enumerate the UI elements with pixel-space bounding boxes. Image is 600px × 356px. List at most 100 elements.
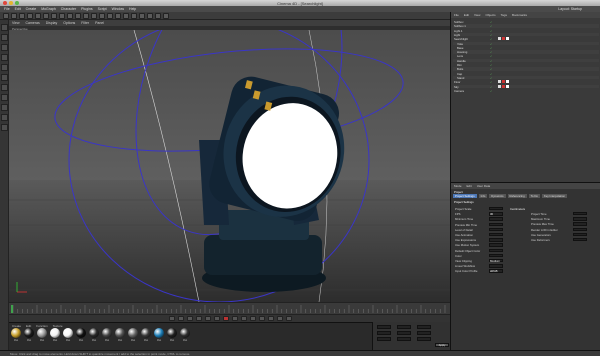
object-row[interactable]: Yoke ✓ [453, 41, 599, 46]
render-view-icon[interactable] [83, 13, 89, 19]
model-mode-icon[interactable] [1, 34, 8, 41]
rotate-icon[interactable] [43, 13, 49, 19]
attribute-value-field[interactable] [573, 212, 587, 216]
pla-key-icon[interactable] [286, 316, 292, 321]
attribute-value-field[interactable] [489, 248, 503, 252]
viewport-menu-view[interactable]: View [12, 21, 20, 25]
layout-selector[interactable]: Layout: Startup [558, 7, 582, 11]
attribute-value-field[interactable] [489, 243, 503, 247]
am-menu-edit[interactable]: Edit [467, 184, 472, 188]
apply-button[interactable]: Apply [435, 343, 449, 347]
attribute-value-field[interactable] [489, 233, 503, 237]
om-menu-bookmarks[interactable]: Bookmarks [512, 13, 527, 17]
move-icon[interactable] [27, 13, 33, 19]
object-row[interactable]: Sky ✓ [453, 84, 599, 89]
rotation-key-icon[interactable] [268, 316, 274, 321]
viewport-menu-display[interactable]: Display [46, 21, 57, 25]
object-row[interactable]: Housing ✓ [453, 50, 599, 54]
tab-key-interpolation[interactable]: Key Interpolation [541, 194, 567, 198]
viewport-menu-panel[interactable]: Panel [95, 21, 104, 25]
am-menu-user-data[interactable]: User Data [477, 184, 491, 188]
timeline-ruler[interactable] [9, 302, 450, 314]
go-start-icon[interactable] [169, 316, 175, 321]
menu-create[interactable]: Create [26, 7, 37, 11]
world-coord-icon[interactable] [75, 13, 81, 19]
position-key-icon[interactable] [250, 316, 256, 321]
menu-script[interactable]: Script [98, 7, 107, 11]
om-menu-edit[interactable]: Edit [464, 13, 469, 17]
material-swatch[interactable] [11, 328, 21, 338]
material-swatch[interactable] [115, 328, 125, 338]
timeline-playhead[interactable] [11, 305, 13, 313]
viewport-canvas[interactable] [9, 30, 450, 302]
coord-x-field[interactable] [377, 325, 391, 329]
size-x-field[interactable] [397, 325, 411, 329]
attribute-value-field[interactable] [489, 207, 503, 211]
sculpt-icon[interactable] [1, 124, 8, 131]
polygons-mode-icon[interactable] [1, 84, 8, 91]
param-key-icon[interactable] [277, 316, 283, 321]
play-icon[interactable] [196, 316, 202, 321]
attribute-value-field[interactable] [573, 238, 587, 242]
menu-plugins[interactable]: Plugins [81, 7, 92, 11]
texture-mode-icon[interactable] [1, 44, 8, 51]
tab-referencing[interactable]: Referencing [507, 194, 527, 198]
object-row[interactable]: Rim ✓ [453, 63, 599, 67]
autokey-icon[interactable] [232, 316, 238, 321]
z-axis-icon[interactable] [67, 13, 73, 19]
play-reverse-icon[interactable] [187, 316, 193, 321]
viewport-menu-filter[interactable]: Filter [81, 21, 89, 25]
object-row[interactable]: Floor ✓ [453, 80, 599, 84]
tab-to-do[interactable]: To Do [528, 194, 540, 198]
attribute-value-field[interactable] [573, 227, 587, 231]
searchlight-pedestal[interactable] [204, 235, 322, 275]
material-swatch[interactable] [141, 328, 151, 338]
subdivision-icon[interactable] [123, 13, 129, 19]
scale-key-icon[interactable] [259, 316, 265, 321]
attribute-value-field[interactable] [489, 217, 503, 221]
locked-workplane-icon[interactable] [1, 114, 8, 121]
scene-icon[interactable] [147, 13, 153, 19]
pen-icon[interactable] [115, 13, 121, 19]
object-row[interactable]: Base ✓ [453, 46, 599, 50]
attribute-value-field[interactable] [573, 232, 587, 237]
menu-character[interactable]: Character [61, 7, 76, 11]
viewport-menu-cameras[interactable]: Cameras [26, 21, 40, 25]
menu-mograph[interactable]: MoGraph [41, 7, 56, 11]
attribute-value-field[interactable] [489, 238, 503, 242]
attribute-value-field[interactable] [489, 253, 503, 258]
viewport-menu-options[interactable]: Options [63, 21, 75, 25]
scale-icon[interactable] [35, 13, 41, 19]
object-row[interactable]: Bolts ✓ [453, 67, 599, 71]
rot-h-field[interactable] [417, 325, 431, 329]
material-swatch[interactable] [76, 328, 86, 338]
points-mode-icon[interactable] [1, 64, 8, 71]
material-swatch[interactable] [154, 328, 164, 338]
om-menu-tags[interactable]: Tags [501, 13, 507, 17]
menu-window[interactable]: Window [112, 7, 124, 11]
attribute-value-field[interactable] [489, 227, 503, 232]
om-menu-objects[interactable]: Objects [485, 13, 495, 17]
menu-file[interactable]: File [4, 7, 10, 11]
light-icon[interactable] [163, 13, 169, 19]
menu-help[interactable]: Help [129, 7, 136, 11]
snap-icon[interactable] [1, 104, 8, 111]
go-end-icon[interactable] [214, 316, 220, 321]
attribute-value-field[interactable] [573, 217, 587, 221]
material-swatch[interactable] [63, 328, 73, 338]
material-swatch[interactable] [180, 328, 190, 338]
workplane-icon[interactable] [1, 54, 8, 61]
keyframe-icon[interactable] [241, 316, 247, 321]
x-axis-icon[interactable] [51, 13, 57, 19]
visibility-toggle-icon[interactable]: ✓ [490, 89, 492, 93]
material-swatch[interactable] [167, 328, 177, 338]
tab-project-settings[interactable]: Project Settings [453, 194, 477, 198]
object-row[interactable]: Light ✓ [453, 32, 599, 37]
step-forward-icon[interactable] [205, 316, 211, 321]
y-axis-icon[interactable] [59, 13, 65, 19]
coord-z-field[interactable] [377, 337, 391, 341]
object-row[interactable]: Searchlight ✓ [453, 37, 599, 41]
tab-info[interactable]: Info [478, 194, 488, 198]
edges-mode-icon[interactable] [1, 74, 8, 81]
menu-edit[interactable]: Edit [15, 7, 21, 11]
